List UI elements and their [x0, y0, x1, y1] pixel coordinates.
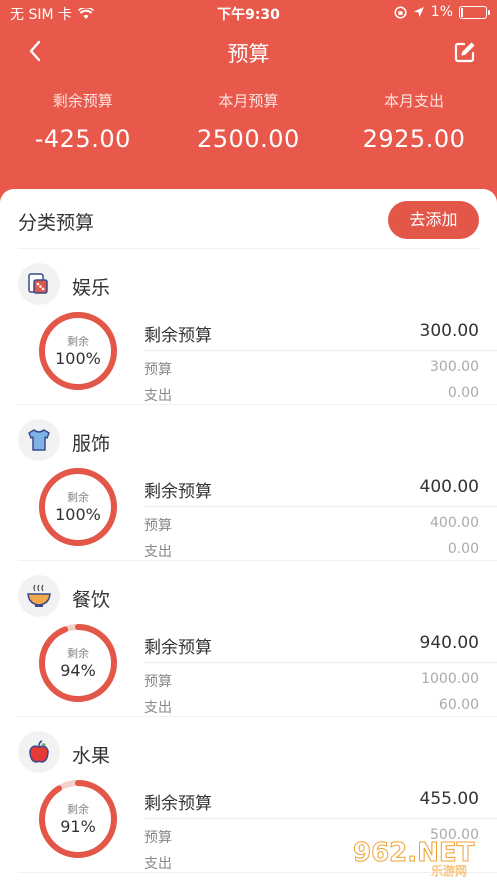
edit-icon	[454, 42, 475, 63]
add-budget-button[interactable]: 去添加	[388, 201, 479, 239]
remain-row: 剩余预算 940.00	[144, 633, 497, 663]
location-icon	[413, 7, 424, 17]
dice-cards-icon	[18, 263, 60, 305]
section-title: 分类预算	[18, 212, 95, 234]
spend-row: 支出 0.00	[144, 541, 479, 561]
tshirt-icon	[18, 419, 60, 461]
spend-label: 支出	[144, 856, 172, 872]
spend-label: 支出	[144, 544, 172, 560]
remaining-ring: 剩余 100%	[38, 467, 118, 547]
ring-percent: 91%	[60, 817, 96, 836]
spend-row: 支出 0.00	[144, 385, 479, 405]
spend-label: 支出	[144, 388, 172, 404]
edit-button[interactable]	[453, 40, 479, 66]
remain-label: 剩余预算	[144, 638, 212, 658]
summary-month-budget: 本月预算 2500.00	[166, 90, 332, 153]
section-header: 分类预算 去添加	[18, 189, 479, 249]
category-name: 服饰	[72, 433, 111, 455]
budget-row: 预算 400.00	[144, 515, 479, 535]
category-name: 娱乐	[72, 277, 111, 299]
remain-label: 剩余预算	[144, 794, 212, 814]
summary-label: 剩余预算	[52, 92, 113, 110]
ring-label: 剩余	[67, 647, 89, 660]
remain-value: 300.00	[419, 321, 479, 341]
budget-value: 400.00	[430, 515, 479, 531]
summary-value: 2500.00	[197, 125, 300, 153]
summary-label: 本月预算	[218, 92, 279, 110]
remaining-ring: 剩余 94%	[38, 623, 118, 703]
spend-label: 支出	[144, 700, 172, 716]
category-item[interactable]: 娱乐 剩余 100% 剩余预算 300.00 预算 300.00 支出 0.00	[18, 249, 497, 405]
summary-value: 2925.00	[362, 125, 466, 153]
apple-icon	[18, 731, 60, 773]
rotation-lock-icon	[394, 5, 407, 19]
battery-icon	[459, 5, 490, 19]
budget-value: 300.00	[430, 359, 479, 375]
category-name: 水果	[72, 745, 111, 767]
budget-label: 预算	[144, 518, 172, 534]
category-details: 剩余预算 400.00 预算 400.00 支出 0.00	[144, 477, 497, 561]
spend-value: 0.00	[447, 541, 479, 557]
summary-value: -425.00	[34, 125, 131, 153]
remain-row: 剩余预算 300.00	[144, 321, 497, 351]
remaining-ring: 剩余 100%	[38, 311, 118, 391]
summary-remaining: 剩余预算 -425.00	[0, 90, 166, 153]
nav-bar: 预算	[0, 26, 497, 80]
budget-label: 预算	[144, 674, 172, 690]
budget-row: 预算 1000.00	[144, 671, 479, 691]
remain-value: 455.00	[419, 789, 479, 809]
budget-value: 1000.00	[421, 671, 479, 687]
budget-label: 预算	[144, 830, 172, 846]
ring-percent: 94%	[60, 661, 96, 680]
category-budget-card: 分类预算 去添加 娱乐 剩余 100% 剩余预算 300.00 预算 300.0…	[0, 189, 497, 883]
remaining-ring: 剩余 91%	[38, 779, 118, 859]
battery-percent: 1%	[430, 4, 453, 20]
spend-row: 支出 60.00	[144, 697, 479, 717]
svg-text:乐游网: 乐游网	[431, 864, 467, 877]
spend-value: 0.00	[447, 385, 479, 401]
ring-label: 剩余	[67, 491, 89, 504]
ring-percent: 100%	[55, 349, 101, 368]
bowl-icon	[18, 575, 60, 617]
category-details: 剩余预算 300.00 预算 300.00 支出 0.00	[144, 321, 497, 405]
summary-label: 本月支出	[383, 92, 444, 110]
status-bar: 无 SIM 卡 下午9:30 1%	[0, 0, 497, 26]
summary-month-spend: 本月支出 2925.00	[331, 90, 497, 153]
budget-label: 预算	[144, 362, 172, 378]
remain-row: 剩余预算 455.00	[144, 789, 497, 819]
remain-label: 剩余预算	[144, 326, 212, 346]
watermark-logo: 962.NET 乐游网	[353, 838, 476, 878]
remain-value: 940.00	[419, 633, 479, 653]
spend-value: 60.00	[438, 697, 479, 713]
category-item[interactable]: 服饰 剩余 100% 剩余预算 400.00 预算 400.00 支出 0.00	[18, 405, 497, 561]
category-item[interactable]: 餐饮 剩余 94% 剩余预算 940.00 预算 1000.00 支出 60.0…	[18, 561, 497, 717]
status-right: 1%	[394, 4, 490, 20]
ring-label: 剩余	[67, 335, 89, 348]
remain-row: 剩余预算 400.00	[144, 477, 497, 507]
page-title: 预算	[227, 42, 270, 66]
remain-label: 剩余预算	[144, 482, 212, 502]
category-details: 剩余预算 940.00 预算 1000.00 支出 60.00	[144, 633, 497, 717]
remain-value: 400.00	[419, 477, 479, 497]
budget-summary: 剩余预算 -425.00 本月预算 2500.00 本月支出 2925.00	[0, 90, 497, 153]
budget-row: 预算 300.00	[144, 359, 479, 379]
ring-percent: 100%	[55, 505, 101, 524]
category-name: 餐饮	[72, 589, 111, 611]
ring-label: 剩余	[67, 803, 89, 816]
